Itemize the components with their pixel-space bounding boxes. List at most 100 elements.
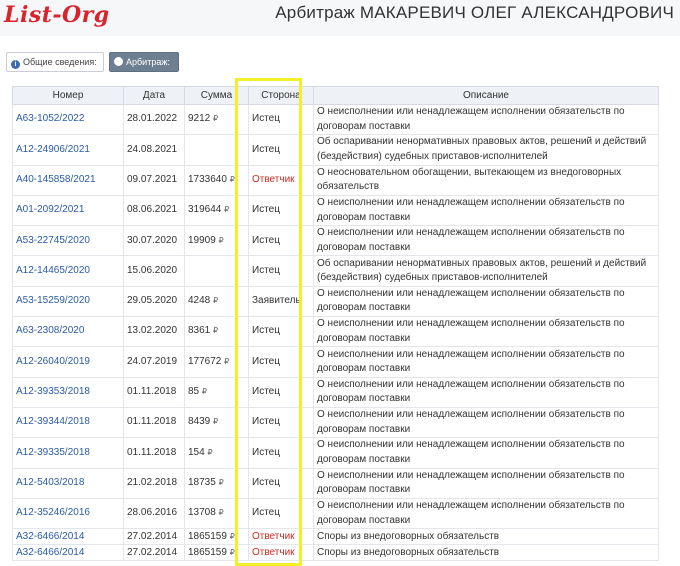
cell-date: 29.05.2020 — [123, 285, 185, 318]
case-number-link[interactable]: А32-6466/2014 — [16, 547, 84, 558]
cell-date: 24.07.2019 — [123, 346, 185, 378]
tab-general-info[interactable]: i Общие сведения: — [6, 52, 104, 72]
table-row: А53-15259/2020 29.05.2020 4248 ₽ Заявитель О… — [12, 285, 659, 318]
cell-date: 13.02.2020 — [123, 316, 185, 348]
table-row: А40-145858/2021 09.07.2021 1733640 ₽ Ответч… — [12, 164, 659, 196]
sum-value: 319644 — [188, 204, 222, 216]
cell-side: Истец — [248, 255, 314, 287]
case-number-link[interactable]: А12-39335/2018 — [16, 447, 90, 458]
sum-value: 19909 — [188, 234, 216, 246]
cell-description: О неисполнении или ненадлежащем исполнен… — [313, 194, 659, 227]
cell-description: Споры из внедоговорных обязательств — [313, 543, 659, 561]
cell-description: Об оспаривании ненормативных правовых ак… — [313, 255, 659, 287]
cell-sum: 1733640 ₽ — [184, 164, 249, 196]
cell-description: О неисполнении или ненадлежащем исполнен… — [313, 376, 659, 408]
cell-case-number: А01-2092/2021 — [12, 194, 124, 227]
cell-sum: 8361 ₽ — [184, 316, 249, 348]
cell-side: Ответчик — [248, 543, 314, 561]
column-header-sum: Сумма — [184, 86, 249, 105]
cell-case-number: А40-145858/2021 — [12, 164, 124, 196]
cell-side: Ответчик — [248, 528, 314, 545]
cell-date: 28.06.2016 — [123, 497, 185, 530]
ruble-icon: ₽ — [229, 547, 235, 557]
cell-case-number: А32-6466/2014 — [12, 528, 124, 545]
ruble-icon: ₽ — [201, 387, 207, 397]
case-number-link[interactable]: А53-15259/2020 — [16, 295, 90, 306]
case-number-link[interactable]: А12-39344/2018 — [16, 416, 90, 427]
table-row: А12-39353/2018 01.11.2018 85 ₽ Истец О неисп… — [12, 376, 659, 408]
cell-date: 28.01.2022 — [123, 103, 185, 136]
site-logo[interactable]: List-Org — [4, 2, 110, 28]
cell-case-number: А12-26040/2019 — [12, 346, 124, 378]
cell-case-number: А12-39335/2018 — [12, 437, 124, 469]
cell-description: О неисполнении или ненадлежащем исполнен… — [313, 467, 659, 499]
cell-sum: 13708 ₽ — [184, 497, 249, 530]
cell-date: 21.02.2018 — [123, 467, 185, 499]
case-number-link[interactable]: А63-2308/2020 — [16, 325, 84, 336]
cell-sum: 9212 ₽ — [184, 103, 249, 136]
cell-description: Споры из внедоговорных обязательств — [313, 528, 659, 545]
table-row: А12-39344/2018 01.11.2018 8439 ₽ Истец О неи… — [12, 406, 659, 439]
cell-sum — [184, 134, 249, 166]
sum-value: 8361 — [188, 325, 211, 337]
table-row: А12-14465/2020 15.06.2020 Истец Об оспарива… — [12, 255, 659, 287]
cell-side: Истец — [248, 437, 314, 469]
case-number-link[interactable]: А12-26040/2019 — [16, 356, 90, 367]
case-number-link[interactable]: А12-35246/2016 — [16, 507, 90, 518]
cell-case-number: А12-24906/2021 — [12, 134, 124, 166]
cell-case-number: А12-35246/2016 — [12, 497, 124, 530]
cell-description: О неисполнении или ненадлежащем исполнен… — [313, 103, 659, 136]
case-number-link[interactable]: А63-1052/2022 — [16, 113, 84, 124]
table-row: А63-2308/2020 13.02.2020 8361 ₽ Истец О неис… — [12, 316, 659, 348]
table-row: А12-5403/2018 21.02.2018 18735 ₽ Истец О неи… — [12, 467, 659, 499]
cell-sum: 19909 ₽ — [184, 225, 249, 257]
column-header-date: Дата — [123, 86, 185, 105]
cell-description: О неисполнении или ненадлежащем исполнен… — [313, 285, 659, 318]
cell-description: О неисполнении или ненадлежащем исполнен… — [313, 225, 659, 257]
cell-date: 01.11.2018 — [123, 376, 185, 408]
case-number-link[interactable]: А12-24906/2021 — [16, 144, 90, 155]
cell-sum: 1865159 ₽ — [184, 528, 249, 545]
tab-arbitration[interactable]: Арбитраж: — [109, 52, 179, 72]
table-row: А32-6466/2014 27.02.2014 1865159 ₽ Ответчик… — [12, 528, 659, 545]
cell-description: О неисполнении или ненадлежащем исполнен… — [313, 406, 659, 439]
table-row: А53-22745/2020 30.07.2020 19909 ₽ Истец О не… — [12, 225, 659, 257]
case-number-link[interactable]: А32-6466/2014 — [16, 531, 84, 542]
cell-side: Истец — [248, 316, 314, 348]
column-header-side: Сторона — [248, 86, 314, 105]
cell-date: 27.02.2014 — [123, 543, 185, 561]
case-number-link[interactable]: А12-5403/2018 — [16, 477, 84, 488]
cell-sum: 85 ₽ — [184, 376, 249, 408]
sum-value: 1733640 — [188, 173, 227, 185]
case-number-link[interactable]: А12-39353/2018 — [16, 386, 90, 397]
page-title: Арбитраж МАКАРЕВИЧ ОЛЕГ АЛЕКСАНДРОВИЧ — [275, 3, 674, 22]
sum-value: 154 — [188, 446, 205, 458]
sum-value: 18735 — [188, 476, 216, 488]
ruble-icon: ₽ — [224, 205, 230, 215]
ruble-icon: ₽ — [213, 417, 219, 427]
page-header: List-Org Арбитраж МАКАРЕВИЧ ОЛЕГ АЛЕКСАН… — [0, 0, 680, 36]
sum-value: 9212 — [188, 113, 211, 125]
case-number-link[interactable]: А53-22745/2020 — [16, 235, 90, 246]
cell-side: Истец — [248, 194, 314, 227]
cell-sum: 177672 ₽ — [184, 346, 249, 378]
cell-case-number: А63-1052/2022 — [12, 103, 124, 136]
cell-date: 24.08.2021 — [123, 134, 185, 166]
info-icon: i — [11, 60, 20, 69]
sum-value: 13708 — [188, 507, 216, 519]
cell-sum: 1865159 ₽ — [184, 543, 249, 561]
column-header-number: Номер — [12, 86, 124, 105]
case-number-link[interactable]: А12-14465/2020 — [16, 265, 90, 276]
cell-date: 01.11.2018 — [123, 406, 185, 439]
ruble-icon: ₽ — [218, 477, 224, 487]
cell-description: О неисполнении или ненадлежащем исполнен… — [313, 497, 659, 530]
sum-value: 4248 — [188, 295, 211, 307]
case-number-link[interactable]: А01-2092/2021 — [16, 204, 84, 215]
cell-date: 15.06.2020 — [123, 255, 185, 287]
cell-side: Истец — [248, 134, 314, 166]
cell-sum: 4248 ₽ — [184, 285, 249, 318]
table-row: А12-39335/2018 01.11.2018 154 ₽ Истец О неис… — [12, 437, 659, 469]
cell-side: Заявитель — [248, 285, 314, 318]
case-number-link[interactable]: А40-145858/2021 — [16, 174, 96, 185]
sum-value: 8439 — [188, 416, 211, 428]
